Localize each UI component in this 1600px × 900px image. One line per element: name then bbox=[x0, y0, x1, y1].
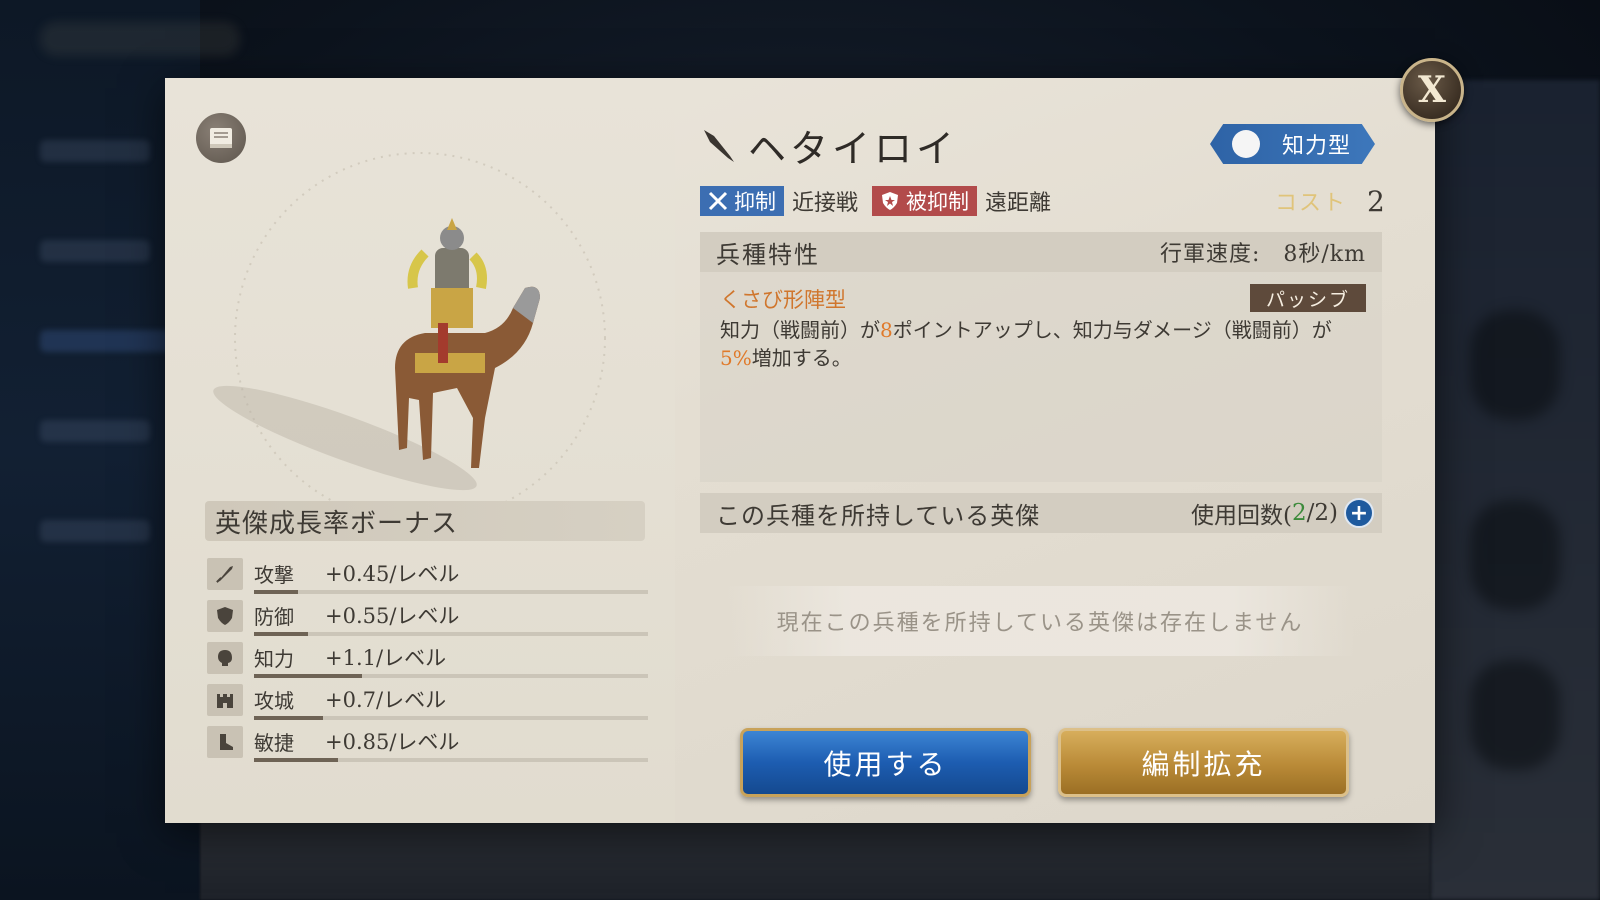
usage-prefix: 使用回数( bbox=[1191, 503, 1292, 529]
shield-icon bbox=[207, 600, 243, 632]
unit-name: ヘタイロイ bbox=[748, 126, 959, 171]
skill-desc-highlight: 5% bbox=[720, 346, 752, 370]
spear-icon bbox=[704, 130, 734, 162]
usage-separator: / bbox=[1306, 500, 1315, 526]
empty-owners-message: 現在この兵種を所持している英傑は存在しません bbox=[776, 611, 1304, 636]
stat-row-agility: 敏捷 +0.85/レベル bbox=[207, 724, 648, 764]
stat-bar-fill bbox=[254, 590, 298, 594]
advantage-tag: 抑制 bbox=[700, 186, 784, 216]
stat-value: +1.1/レベル bbox=[325, 646, 447, 670]
add-usage-button[interactable]: + bbox=[1344, 498, 1374, 528]
owners-title: この兵種を所持している英傑 bbox=[716, 501, 1041, 530]
background-logo bbox=[40, 22, 240, 56]
march-speed: 行軍速度: 8秒/km bbox=[1159, 242, 1366, 267]
growth-bonus-title: 英傑成長率ボーナス bbox=[215, 508, 459, 539]
stat-row-attack: 攻撃 +0.45/レベル bbox=[207, 556, 648, 596]
skill-desc-text: 知力（戦闘前）が bbox=[720, 318, 880, 342]
unit-type-badge: 知力型 bbox=[1210, 124, 1375, 164]
stat-bar bbox=[254, 590, 648, 594]
usage-count: 使用回数(2/2) + bbox=[1191, 496, 1374, 530]
castle-icon bbox=[207, 684, 243, 716]
crossed-swords-icon bbox=[708, 191, 728, 211]
unit-type-label: 知力型 bbox=[1282, 134, 1352, 159]
disadvantage-label: 被抑制 bbox=[906, 190, 970, 214]
usage-suffix: ) bbox=[1329, 500, 1338, 526]
stat-bar bbox=[254, 716, 648, 720]
stat-bar bbox=[254, 632, 648, 636]
stat-row-defense: 防御 +0.55/レベル bbox=[207, 598, 648, 638]
stat-bar-fill bbox=[254, 632, 308, 636]
skill-desc-text: 増加する。 bbox=[751, 346, 852, 370]
cost-label: コスト bbox=[1275, 191, 1348, 216]
stat-row-intelligence: 知力 +1.1/レベル bbox=[207, 640, 648, 680]
growth-bonus-header: 英傑成長率ボーナス bbox=[205, 501, 645, 541]
skill-kind-badge: パッシブ bbox=[1250, 284, 1366, 312]
unit-portrait-image bbox=[213, 152, 606, 518]
owners-header: この兵種を所持している英傑 使用回数(2/2) + bbox=[700, 493, 1382, 533]
stat-value: +0.7/レベル bbox=[325, 688, 447, 712]
stat-value: +0.45/レベル bbox=[325, 562, 460, 586]
skill-name: くさび形陣型 bbox=[720, 288, 846, 312]
stat-name: 知力 bbox=[254, 647, 294, 671]
disadvantage-tag: 被抑制 bbox=[872, 186, 978, 216]
stat-bar-fill bbox=[254, 758, 338, 762]
stat-row-siege: 攻城 +0.7/レベル bbox=[207, 682, 648, 722]
advantage-target: 近接戦 bbox=[792, 191, 859, 216]
close-button[interactable]: X bbox=[1400, 58, 1464, 122]
expand-formation-button[interactable]: 編制拡充 bbox=[1058, 728, 1349, 797]
head-icon bbox=[207, 642, 243, 674]
skill-desc-text: ポイントアップし、知力与ダメージ（戦闘前）が bbox=[892, 318, 1332, 342]
stat-bar bbox=[254, 674, 648, 678]
stat-bar-fill bbox=[254, 716, 323, 720]
skill-desc-highlight: 8 bbox=[880, 318, 893, 342]
unit-detail-modal: 英傑成長率ボーナス 攻撃 +0.45/レベル 防御 +0.55/レベル 知力 +… bbox=[165, 78, 1435, 823]
unit-title-row: ヘタイロイ bbox=[700, 120, 959, 171]
unit-counter-tags: 抑制 近接戦 被抑制 遠距離 bbox=[700, 185, 1057, 217]
shield-badge-icon bbox=[882, 192, 899, 210]
skill-description: 知力（戦闘前）が8ポイントアップし、知力与ダメージ（戦闘前）が 5%増加する。 bbox=[720, 316, 1350, 372]
usage-max: 2 bbox=[1314, 500, 1330, 526]
disadvantage-target: 遠距離 bbox=[985, 191, 1052, 216]
stat-bar-fill bbox=[254, 674, 362, 678]
cost-display: コスト 2 bbox=[1275, 184, 1385, 218]
stat-name: 攻城 bbox=[254, 689, 294, 713]
stat-name: 敏捷 bbox=[254, 731, 294, 755]
unit-trait-panel: 兵種特性 行軍速度: 8秒/km くさび形陣型 パッシブ 知力（戦闘前）が8ポイ… bbox=[700, 232, 1382, 482]
use-button[interactable]: 使用する bbox=[740, 728, 1031, 797]
stat-bar bbox=[254, 758, 648, 762]
advantage-label: 抑制 bbox=[734, 190, 776, 214]
trait-header: 兵種特性 行軍速度: 8秒/km bbox=[700, 232, 1382, 272]
boot-icon bbox=[207, 726, 243, 758]
cost-value: 2 bbox=[1367, 184, 1385, 218]
background-right-panel bbox=[1430, 80, 1600, 900]
empty-owners-notice: 現在この兵種を所持している英傑は存在しません bbox=[725, 586, 1355, 656]
stat-value: +0.85/レベル bbox=[325, 730, 460, 754]
intelligence-head-icon bbox=[1232, 130, 1260, 158]
usage-current: 2 bbox=[1291, 500, 1307, 526]
sword-icon bbox=[207, 558, 243, 590]
plus-icon: + bbox=[1349, 500, 1369, 526]
stat-value: +0.55/レベル bbox=[325, 604, 460, 628]
stat-name: 防御 bbox=[254, 605, 294, 629]
stat-name: 攻撃 bbox=[254, 563, 294, 587]
trait-title: 兵種特性 bbox=[716, 240, 820, 269]
background-bottom bbox=[200, 822, 1430, 900]
